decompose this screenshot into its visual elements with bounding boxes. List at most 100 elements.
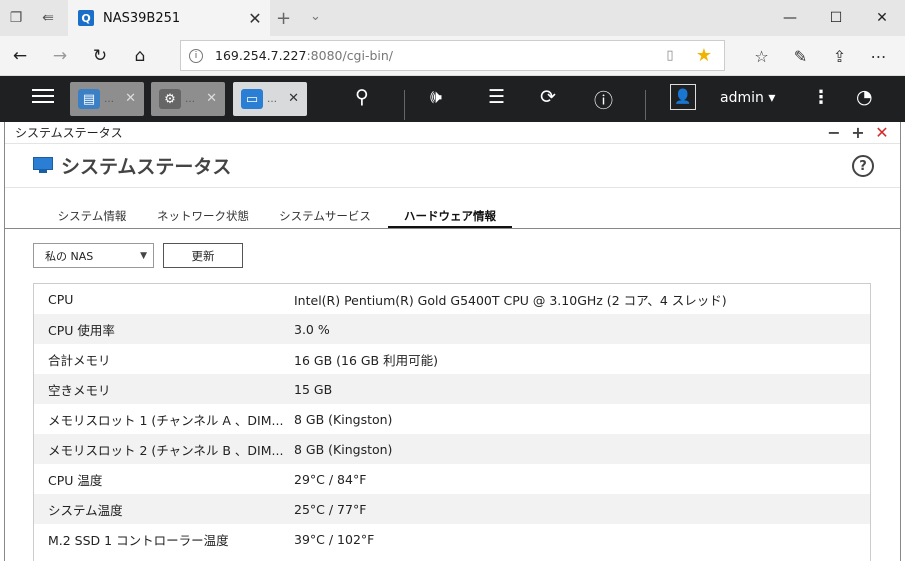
tab-system-info[interactable]: システム情報: [45, 208, 139, 228]
hardware-info-table: CPU Intel(R) Pentium(R) Gold G5400T CPU @…: [33, 283, 871, 561]
favorite-star-icon[interactable]: ★: [684, 45, 724, 66]
url-host: 169.254.7.227: [215, 48, 307, 63]
app-tab-label: …: [267, 93, 277, 105]
tab-dropdown-icon[interactable]: ⌄: [310, 9, 321, 24]
minimize-icon[interactable]: —: [767, 0, 813, 36]
table-row: CPU 使用率 3.0 %: [34, 314, 870, 344]
monitor-icon: [33, 157, 53, 174]
info-icon[interactable]: ⓘ: [594, 86, 613, 113]
maximize-icon[interactable]: +: [846, 123, 870, 142]
app-tab-storage[interactable]: ▤ … ✕: [70, 82, 144, 116]
row-label: CPU: [48, 291, 74, 307]
options-icon[interactable]: ⋮: [812, 87, 830, 108]
close-app-icon[interactable]: ✕: [125, 91, 136, 106]
speaker-icon[interactable]: 🕪: [430, 86, 442, 108]
forward-icon[interactable]: →: [40, 36, 80, 76]
row-value: 8 GB (Kingston): [294, 411, 393, 427]
url-path: :8080/cgi-bin/: [306, 48, 394, 63]
system-status-window: システムステータス − + ✕ システムステータス ? システム情報 ネットワー…: [4, 122, 901, 561]
close-tab-icon[interactable]: ✕: [240, 9, 270, 28]
url-text: 169.254.7.227:8080/cgi-bin/: [215, 48, 656, 63]
close-app-icon[interactable]: ✕: [206, 91, 217, 106]
row-value: 3.0 %: [294, 321, 330, 337]
new-tab-icon[interactable]: +: [276, 8, 291, 29]
row-label: 空きメモリ: [48, 382, 111, 398]
row-value: 8 GB (Kingston): [294, 441, 393, 457]
row-label: メモリスロット 1 (チャンネル A 、DIM...: [48, 412, 284, 428]
reading-view-icon[interactable]: ▯: [656, 48, 684, 63]
row-label: M.2 SSD 1 コントローラー温度: [48, 532, 229, 548]
gear-icon: ⚙: [159, 89, 181, 109]
qts-top-bar: ▤ … ✕ ⚙ … ✕ ▭ … ✕ ⚲ 🕪 ☰ ⟳ ⓘ 👤 admin ▾ ⋮ …: [0, 76, 905, 122]
dashboard-gauge-icon[interactable]: ◔: [856, 86, 873, 108]
help-icon[interactable]: ?: [852, 155, 874, 177]
window-title: システムステータス: [15, 126, 123, 140]
table-row: 空きメモリ 15 GB: [34, 374, 870, 404]
window-controls: − + ✕: [822, 123, 894, 142]
close-icon[interactable]: ✕: [870, 123, 894, 142]
browser-tab[interactable]: Q NAS39B251 ✕: [68, 0, 270, 36]
favorites-icon[interactable]: ☆: [742, 36, 781, 76]
row-value: 25°C / 77°F: [294, 501, 367, 517]
nas-select[interactable]: 私の NAS ▼: [33, 243, 154, 268]
back-icon[interactable]: ←: [0, 36, 40, 76]
table-row: 合計メモリ 16 GB (16 GB 利用可能): [34, 344, 870, 374]
more-icon[interactable]: ⋯: [859, 36, 898, 76]
table-row: CPU 温度 29°C / 84°F: [34, 464, 870, 494]
user-menu[interactable]: admin ▾: [720, 90, 775, 106]
caret-down-icon: ▾: [768, 90, 776, 106]
page-header: システムステータス ?: [5, 144, 900, 188]
app-tab-label: …: [104, 93, 114, 105]
window-title-bar: システムステータス − + ✕: [5, 122, 900, 144]
tab-title: NAS39B251: [103, 10, 181, 26]
user-icon[interactable]: 👤: [670, 84, 696, 110]
page-title: システムステータス: [61, 156, 232, 178]
row-label: システム温度: [48, 502, 123, 518]
minimize-icon[interactable]: −: [822, 123, 846, 142]
chevron-down-icon: ▼: [140, 251, 147, 261]
row-label: CPU 温度: [48, 472, 103, 488]
refresh-icon[interactable]: ↻: [80, 36, 120, 76]
main-menu-icon[interactable]: [32, 85, 54, 109]
tab-hardware-info[interactable]: ハードウェア情報: [388, 208, 512, 228]
row-value: 29°C / 84°F: [294, 471, 367, 487]
row-label: CPU 使用率: [48, 322, 115, 338]
close-window-icon[interactable]: ✕: [859, 0, 905, 36]
share-icon[interactable]: ⇪: [820, 36, 859, 76]
url-field[interactable]: i 169.254.7.227:8080/cgi-bin/ ▯ ★: [180, 40, 725, 71]
close-app-icon[interactable]: ✕: [288, 91, 299, 106]
notes-icon[interactable]: ✎: [781, 36, 820, 76]
site-info-icon[interactable]: i: [189, 48, 203, 63]
browser-toolbar-right: ☆ ✎ ⇪ ⋯: [742, 36, 898, 76]
set-aside-tabs-icon[interactable]: ⇚: [32, 0, 64, 36]
row-value: 15 GB: [294, 381, 333, 397]
divider: [404, 90, 405, 120]
app-tab-system-status[interactable]: ▭ … ✕: [233, 82, 307, 116]
browser-tab-bar: ❐ ⇚ Q NAS39B251 ✕ + ⌄ — ☐ ✕: [0, 0, 905, 36]
table-row: M.2 SSD 1 コントローラー温度 39°C / 102°F: [34, 524, 870, 554]
row-label: メモリスロット 2 (チャンネル B 、DIM...: [48, 442, 284, 458]
maximize-icon[interactable]: ☐: [813, 0, 859, 36]
monitor-icon: ▭: [241, 89, 263, 109]
app-tab-control-panel[interactable]: ⚙ … ✕: [151, 82, 225, 116]
background-tasks-icon[interactable]: ☰: [488, 86, 505, 108]
tab-system-services[interactable]: システムサービス: [273, 208, 377, 228]
table-row: メモリスロット 1 (チャンネル A 、DIM... 8 GB (Kingston…: [34, 404, 870, 434]
external-device-icon[interactable]: ⟳: [540, 86, 556, 108]
row-value: 39°C / 102°F: [294, 531, 375, 547]
row-value: Intel(R) Pentium(R) Gold G5400T CPU @ 3.…: [294, 292, 727, 308]
table-row: CPU Intel(R) Pentium(R) Gold G5400T CPU @…: [34, 284, 870, 314]
user-name: admin: [720, 90, 764, 106]
home-icon[interactable]: ⌂: [120, 36, 160, 76]
toolbar: 私の NAS ▼ 更新: [5, 229, 900, 284]
tab-preview-icon[interactable]: ❐: [0, 0, 32, 36]
browser-window: ❐ ⇚ Q NAS39B251 ✕ + ⌄ — ☐ ✕ ← → ↻ ⌂ i 16…: [0, 0, 905, 561]
storage-icon: ▤: [78, 89, 100, 109]
tab-network-status[interactable]: ネットワーク状態: [153, 208, 253, 228]
address-bar: ← → ↻ ⌂ i 169.254.7.227:8080/cgi-bin/ ▯ …: [0, 36, 905, 76]
nas-select-value: 私の NAS: [45, 249, 94, 263]
search-icon[interactable]: ⚲: [355, 86, 369, 108]
refresh-button[interactable]: 更新: [163, 243, 243, 268]
table-row: メモリスロット 2 (チャンネル B 、DIM... 8 GB (Kingston…: [34, 434, 870, 464]
divider: [645, 90, 646, 120]
